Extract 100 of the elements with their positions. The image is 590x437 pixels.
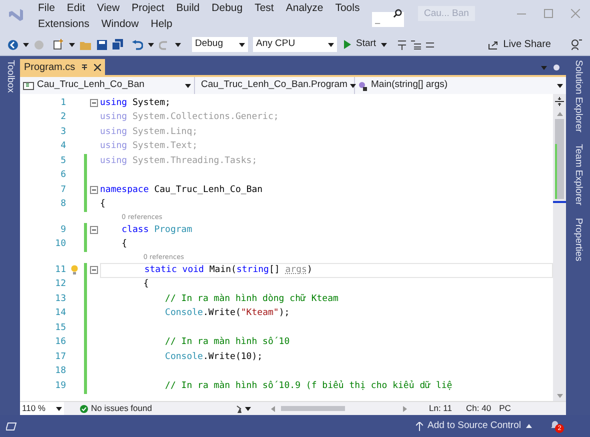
scroll-thumb[interactable]: [555, 119, 564, 199]
code-line: using System.Text;: [100, 140, 199, 153]
code-line: // In ra màn hình số 10.9 (f biểu thị cho kiểu dữ liệ: [164, 379, 454, 392]
save-icon[interactable]: [97, 40, 107, 50]
save-all-icon[interactable]: [112, 39, 123, 50]
code-line: {: [100, 198, 106, 211]
vertical-scrollbar[interactable]: [553, 94, 566, 401]
code-line: using System.Linq;: [100, 126, 199, 138]
caret-icon: [557, 84, 563, 88]
indent-icon[interactable]: [411, 40, 422, 50]
caret-icon: [541, 66, 547, 70]
search-field[interactable]: _: [372, 12, 404, 26]
menu-item[interactable]: Debug: [206, 0, 249, 16]
line-number: 4: [60, 140, 66, 153]
line-number: 13: [54, 292, 66, 306]
column-position: Ch: 40: [466, 402, 492, 415]
lightbulb-icon[interactable]: [70, 265, 78, 276]
menu-item[interactable]: Analyze: [280, 0, 330, 16]
issues-status[interactable]: No issues found: [91, 402, 152, 415]
line-number: 17: [54, 350, 66, 364]
share-icon: [488, 40, 500, 50]
horizontal-scrollbar[interactable]: [271, 406, 407, 412]
close-icon[interactable]: [94, 64, 102, 70]
menu-item[interactable]: Project: [126, 0, 170, 16]
collapse-icon[interactable]: [90, 266, 98, 274]
method-icon: [358, 80, 368, 90]
window-title: Cau... Ban: [418, 6, 475, 21]
menu-item[interactable]: Build: [170, 0, 206, 16]
search-icon: [393, 9, 402, 18]
play-icon: [344, 40, 351, 49]
code-line: {: [142, 278, 150, 291]
split-icon[interactable]: [555, 97, 564, 106]
line-number: 10: [54, 238, 66, 251]
caret-icon: [69, 42, 75, 46]
caret-icon: [56, 406, 62, 410]
new-item-icon[interactable]: [53, 39, 64, 50]
menu-item[interactable]: Extensions: [32, 16, 96, 32]
menu-item[interactable]: Help: [144, 16, 178, 32]
line-number: 18: [54, 365, 66, 378]
line-number: 1: [60, 96, 66, 110]
collapse-icon[interactable]: [90, 99, 98, 108]
back-icon[interactable]: [8, 40, 18, 50]
line-number: 3: [60, 126, 66, 138]
caret-icon: [245, 406, 251, 410]
toolbox-tab[interactable]: Toolbox: [2, 60, 18, 110]
platform-dropdown[interactable]: Any CPU: [253, 37, 337, 52]
menu-item[interactable]: Window: [95, 16, 145, 32]
caret-up-icon: [526, 424, 532, 428]
caret-icon: [381, 42, 388, 46]
caret-position-marker: [553, 201, 566, 203]
line-number: 11: [54, 264, 66, 276]
collapse-icon[interactable]: [90, 226, 98, 234]
document-tab[interactable]: Program.cs: [20, 59, 106, 75]
line-position: Ln: 11: [429, 402, 452, 415]
check-icon: [80, 404, 88, 412]
pin-icon[interactable]: [81, 64, 88, 70]
menu-item[interactable]: Edit: [60, 0, 92, 16]
line-number: 9: [60, 224, 66, 236]
code-line: using System;: [100, 96, 172, 110]
side-panel-tab[interactable]: Properties: [570, 218, 586, 261]
zoom-dropdown[interactable]: 110 %: [20, 402, 64, 415]
caret-icon: [350, 84, 356, 88]
code-line: // In ra màn hình số 10: [164, 336, 291, 349]
caret-icon: [175, 42, 181, 46]
undo-icon[interactable]: [132, 40, 143, 50]
code-line: class Program: [120, 224, 194, 236]
code-line: // In ra màn hình dòng chữ Kteam: [164, 292, 340, 306]
line-number: 6: [60, 169, 66, 182]
menu-item[interactable]: File: [32, 0, 61, 16]
app-logo-icon: [8, 8, 24, 22]
menu-item[interactable]: Tools: [329, 0, 366, 16]
insert-mode: PC: [499, 402, 511, 415]
line-number: 8: [60, 198, 66, 211]
scroll-left-icon: [271, 406, 275, 412]
scroll-right-icon: [403, 406, 407, 412]
caret-icon: [23, 42, 29, 46]
code-line: Console.Write(10);: [164, 350, 264, 364]
line-number: 14: [54, 307, 66, 320]
csharp-project-icon: [23, 82, 34, 90]
code-line: Console.Write("Kteam");: [164, 307, 291, 320]
source-control-button[interactable]: Add to Source Control: [416, 418, 532, 434]
configuration-dropdown[interactable]: Debug: [192, 37, 248, 52]
caret-icon: [239, 42, 245, 46]
window-icon[interactable]: [6, 422, 17, 430]
start-button[interactable]: Start: [342, 37, 390, 52]
line-number: 12: [54, 278, 66, 291]
collapse-icon[interactable]: [90, 186, 98, 194]
side-panel-tab[interactable]: Solution Explorer: [570, 60, 586, 132]
menu-item[interactable]: Test: [248, 0, 280, 16]
member-dropdown[interactable]: Main(string[] args): [355, 77, 566, 94]
line-number: 7: [60, 184, 66, 196]
feedback-icon[interactable]: [570, 39, 582, 50]
menu-item[interactable]: View: [91, 0, 126, 16]
live-share-button[interactable]: Live Share: [488, 37, 551, 52]
side-panel-tab[interactable]: Team Explorer: [570, 144, 586, 206]
code-line: using System.Collections.Generic;: [100, 111, 280, 124]
code-line: namespace Cau_Truc_Lenh_Co_Ban: [100, 184, 264, 196]
code-line: using System.Threading.Tasks;: [100, 154, 258, 168]
caret-icon: [185, 84, 191, 88]
caret-icon: [328, 42, 334, 46]
